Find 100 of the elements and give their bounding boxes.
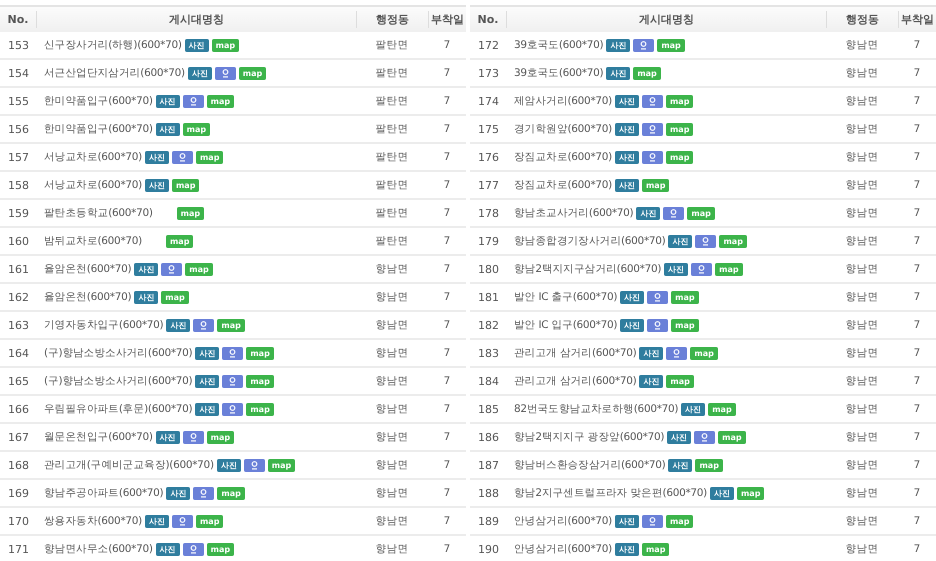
pin-button[interactable] — [222, 346, 244, 360]
map-button[interactable]: map — [246, 374, 274, 388]
pin-button[interactable] — [695, 234, 716, 248]
map-button[interactable]: map — [666, 94, 694, 108]
map-button[interactable]: map — [185, 262, 213, 276]
photo-button[interactable]: 사진 — [614, 542, 639, 556]
map-button[interactable]: map — [666, 122, 694, 136]
photo-button[interactable]: 사진 — [710, 486, 734, 500]
photo-button[interactable]: 사진 — [664, 262, 688, 276]
pin-button[interactable] — [182, 94, 204, 108]
pin-button[interactable] — [222, 402, 244, 416]
map-button[interactable]: map — [671, 318, 699, 332]
photo-button[interactable]: 사진 — [668, 458, 692, 472]
photo-button[interactable]: 사진 — [144, 150, 169, 164]
photo-button[interactable]: 사진 — [639, 374, 664, 388]
photo-button[interactable]: 사진 — [195, 402, 220, 416]
map-button[interactable]: map — [206, 94, 234, 108]
pin-button[interactable] — [182, 430, 204, 444]
pin-button[interactable] — [172, 514, 193, 528]
pin-button[interactable] — [694, 430, 716, 444]
map-button[interactable]: map — [719, 234, 747, 248]
photo-button[interactable]: 사진 — [156, 430, 180, 444]
photo-button[interactable]: 사진 — [606, 66, 630, 80]
map-button[interactable]: map — [687, 206, 715, 220]
map-button[interactable]: map — [217, 318, 245, 332]
photo-button[interactable]: 사진 — [156, 542, 180, 556]
photo-button[interactable]: 사진 — [156, 122, 180, 136]
photo-button[interactable]: 사진 — [134, 262, 158, 276]
map-button[interactable]: map — [172, 178, 200, 192]
photo-button[interactable]: 사진 — [195, 374, 220, 388]
photo-button[interactable]: 사진 — [184, 38, 209, 52]
map-button[interactable]: map — [666, 150, 694, 164]
pin-button[interactable] — [214, 66, 236, 80]
map-button[interactable]: map — [217, 486, 245, 500]
map-button[interactable]: map — [671, 290, 699, 304]
map-button[interactable]: map — [695, 458, 723, 472]
photo-button[interactable]: 사진 — [614, 514, 639, 528]
pin-button[interactable] — [633, 38, 654, 52]
photo-button[interactable]: 사진 — [614, 150, 639, 164]
map-button[interactable]: map — [718, 430, 746, 444]
pin-button[interactable] — [663, 206, 684, 220]
pin-button[interactable] — [244, 458, 265, 472]
photo-button[interactable]: 사진 — [614, 94, 639, 108]
pin-button[interactable] — [642, 94, 663, 108]
photo-button[interactable]: 사진 — [166, 486, 190, 500]
map-button[interactable]: map — [642, 542, 670, 556]
map-button[interactable]: map — [268, 458, 296, 472]
map-button[interactable]: map — [666, 374, 694, 388]
pin-button[interactable] — [172, 150, 193, 164]
photo-button[interactable]: 사진 — [156, 94, 180, 108]
photo-button[interactable]: 사진 — [668, 234, 692, 248]
map-button[interactable]: map — [657, 38, 685, 52]
pin-button[interactable] — [161, 262, 182, 276]
photo-button[interactable]: 사진 — [144, 178, 169, 192]
map-button[interactable]: map — [196, 514, 224, 528]
map-button[interactable]: map — [736, 486, 764, 500]
pin-button[interactable] — [193, 486, 214, 500]
photo-button[interactable]: 사진 — [636, 206, 660, 220]
pin-button[interactable] — [182, 542, 204, 556]
pin-button[interactable] — [691, 262, 712, 276]
photo-button[interactable]: 사진 — [606, 38, 630, 52]
photo-button[interactable]: 사진 — [681, 402, 706, 416]
photo-button[interactable]: 사진 — [216, 458, 241, 472]
map-button[interactable]: map — [176, 206, 204, 220]
photo-button[interactable]: 사진 — [620, 318, 644, 332]
map-button[interactable]: map — [715, 262, 743, 276]
photo-button[interactable]: 사진 — [667, 430, 692, 444]
photo-button[interactable]: 사진 — [166, 318, 190, 332]
map-button[interactable]: map — [206, 430, 234, 444]
map-button[interactable]: map — [238, 66, 266, 80]
photo-button[interactable]: 사진 — [188, 66, 212, 80]
map-button[interactable]: map — [708, 402, 736, 416]
number-cell-text: 171 — [7, 542, 30, 556]
map-button[interactable]: map — [161, 290, 189, 304]
map-button[interactable]: map — [212, 38, 240, 52]
pin-button[interactable] — [666, 346, 688, 360]
photo-button[interactable]: 사진 — [639, 346, 664, 360]
map-button[interactable]: map — [690, 346, 718, 360]
pin-button[interactable] — [642, 122, 663, 136]
map-button[interactable]: map — [166, 234, 194, 248]
map-button[interactable]: map — [196, 150, 224, 164]
map-button[interactable]: map — [666, 514, 694, 528]
photo-button[interactable]: 사진 — [614, 122, 639, 136]
pin-button[interactable] — [193, 318, 214, 332]
pin-button[interactable] — [647, 318, 668, 332]
photo-button[interactable]: 사진 — [134, 290, 158, 304]
map-button[interactable]: map — [246, 402, 274, 416]
photo-button[interactable]: 사진 — [195, 346, 220, 360]
photo-button[interactable]: 사진 — [620, 290, 644, 304]
map-button[interactable]: map — [182, 122, 210, 136]
photo-button[interactable]: 사진 — [144, 514, 169, 528]
pin-button[interactable] — [222, 374, 244, 388]
pin-button[interactable] — [642, 514, 663, 528]
map-button[interactable]: map — [206, 542, 234, 556]
photo-button[interactable]: 사진 — [614, 178, 639, 192]
pin-button[interactable] — [642, 150, 663, 164]
map-button[interactable]: map — [642, 178, 670, 192]
map-button[interactable]: map — [246, 346, 274, 360]
map-button[interactable]: map — [633, 66, 661, 80]
pin-button[interactable] — [647, 290, 668, 304]
